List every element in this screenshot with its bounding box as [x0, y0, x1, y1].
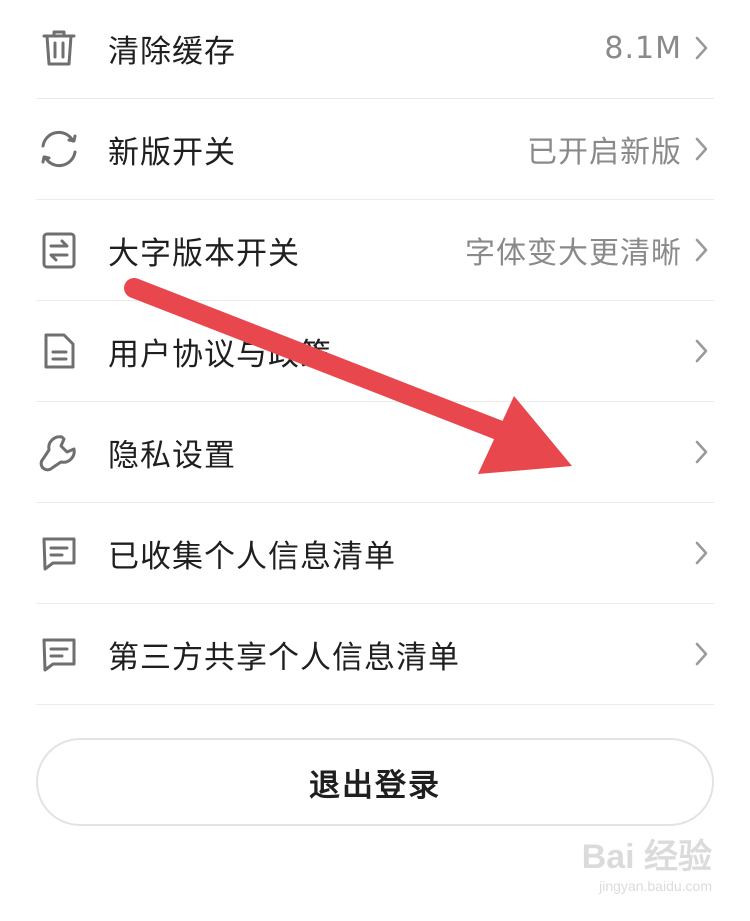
settings-row-label: 大字版本开关 [108, 235, 300, 272]
chevron-right-icon [690, 437, 712, 467]
large-font-description: 字体变大更清晰 [465, 236, 682, 271]
settings-row-label: 隐私设置 [108, 437, 236, 474]
settings-row-large-font[interactable]: 大字版本开关 字体变大更清晰 [36, 200, 714, 301]
watermark-sub: jingyan.baidu.com [599, 878, 712, 894]
chevron-right-icon [690, 538, 712, 568]
chevron-right-icon [690, 336, 712, 366]
chevron-right-icon [690, 235, 712, 265]
document-icon [36, 328, 82, 374]
cache-size-value: 8.1M [604, 30, 682, 66]
chevron-right-icon [690, 134, 712, 164]
message-icon [36, 530, 82, 576]
logout-button[interactable]: 退出登录 [36, 738, 714, 826]
swap-document-icon [36, 227, 82, 273]
settings-list: 清除缓存 8.1M 新版开关 已开启新版 大字版本开关 字体变大更清晰 用户协议… [36, 0, 714, 705]
settings-row-label: 清除缓存 [108, 33, 236, 70]
chevron-right-icon [690, 639, 712, 669]
settings-row-new-version[interactable]: 新版开关 已开启新版 [36, 99, 714, 200]
watermark-main: Bai 经验 [581, 838, 712, 876]
settings-row-user-agreement[interactable]: 用户协议与政策 [36, 301, 714, 402]
settings-row-label: 用户协议与政策 [108, 336, 332, 373]
trash-icon [36, 25, 82, 71]
version-status-value: 已开启新版 [527, 135, 682, 170]
settings-row-third-party-info[interactable]: 第三方共享个人信息清单 [36, 604, 714, 705]
wrench-icon [36, 429, 82, 475]
settings-row-label: 第三方共享个人信息清单 [108, 639, 460, 676]
settings-row-label: 已收集个人信息清单 [108, 538, 396, 575]
message-icon [36, 631, 82, 677]
settings-row-clear-cache[interactable]: 清除缓存 8.1M [36, 0, 714, 99]
refresh-icon [36, 126, 82, 172]
baidu-jingyan-watermark: Bai 经验 jingyan.baidu.com [552, 837, 712, 907]
settings-row-label: 新版开关 [108, 134, 236, 171]
settings-row-privacy-settings[interactable]: 隐私设置 [36, 402, 714, 503]
settings-row-collected-info[interactable]: 已收集个人信息清单 [36, 503, 714, 604]
chevron-right-icon [690, 33, 712, 63]
